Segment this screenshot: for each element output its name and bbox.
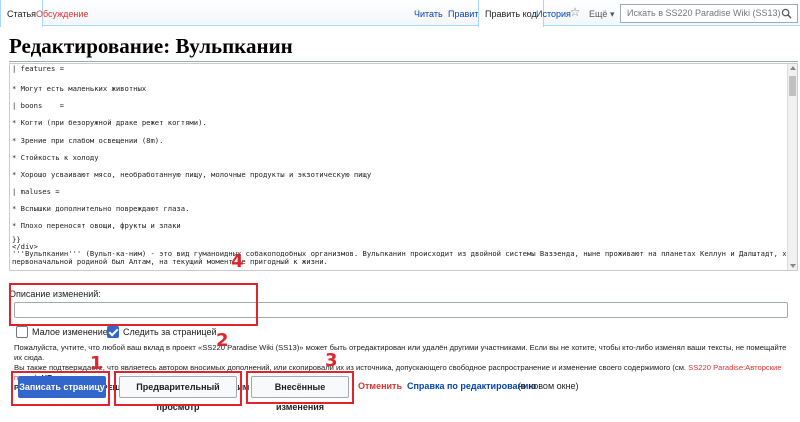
watch-star-icon[interactable]: ☆ [568, 5, 582, 19]
editor-line: * Вспышки дополнительно повреждают глаза… [12, 204, 190, 213]
title-divider [9, 61, 798, 62]
wikitext-editor[interactable]: | features = * Могут есть маленьких живо… [9, 63, 798, 271]
copyright-line-1: Пожалуйста, учтите, что любой ваш вклад … [14, 343, 787, 362]
annotation-number-2: 2 [216, 330, 229, 351]
editor-line: * Когти (при безоружной драке режет когт… [12, 118, 207, 127]
annotation-number-4: 4 [231, 251, 244, 272]
help-new-window-note: (в новом окне) [518, 381, 579, 391]
editor-line: * Плохо переносят овощи, фрукты и злаки [12, 221, 181, 230]
more-menu[interactable]: Ещё ▾ [585, 0, 618, 26]
editor-line: * Стойкость к холоду [12, 153, 99, 162]
watch-page-label: Следить за страницей [123, 327, 217, 337]
scroll-thumb[interactable] [789, 76, 796, 96]
search-icon[interactable] [781, 8, 792, 19]
editor-content: | features = * Могут есть маленьких живо… [12, 64, 797, 266]
editor-line: * Могут есть маленьких животных [12, 84, 147, 93]
annotation-number-1: 1 [90, 353, 103, 374]
cancel-link[interactable]: Отменить [358, 381, 402, 391]
minor-edit-checkbox[interactable] [16, 326, 28, 338]
watch-page-checkbox[interactable] [107, 326, 119, 338]
editor-line: * Зрение при слабом освещении (8m). [12, 136, 164, 145]
annotation-box-preview [114, 371, 242, 406]
search-input[interactable]: Искать в SS220 Paradise Wiki (SS13) [620, 4, 798, 23]
page-title: Редактирование: Вульпканин [9, 34, 293, 58]
scroll-up-icon[interactable] [790, 66, 796, 70]
search-placeholder: Искать в SS220 Paradise Wiki (SS13) [627, 8, 781, 18]
annotation-number-3: 3 [325, 350, 338, 371]
editor-line: | maluses = [12, 187, 60, 196]
annotation-box-summary [9, 283, 258, 326]
more-label: Ещё [589, 9, 608, 19]
editor-line: первоначальной родиной был Алтам, на тек… [12, 257, 328, 266]
chevron-down-icon: ▾ [609, 9, 615, 19]
minor-edit-label: Малое изменение [32, 327, 108, 337]
tab-discussion[interactable]: Обсуждение [30, 0, 94, 26]
editor-scrollbar[interactable] [787, 64, 797, 270]
scroll-down-icon[interactable] [790, 264, 796, 268]
editor-line: | features = [12, 64, 64, 73]
editing-help-link[interactable]: Справка по редактированию [407, 381, 536, 391]
editor-line: | boons = [12, 101, 64, 110]
annotation-box-save [11, 371, 110, 406]
editor-line: * Хорошо усваивают мясо, необработанную … [12, 170, 372, 179]
tab-bar: Статья Обсуждение Читать Править Править… [0, 0, 800, 27]
annotation-box-diff [246, 371, 354, 404]
